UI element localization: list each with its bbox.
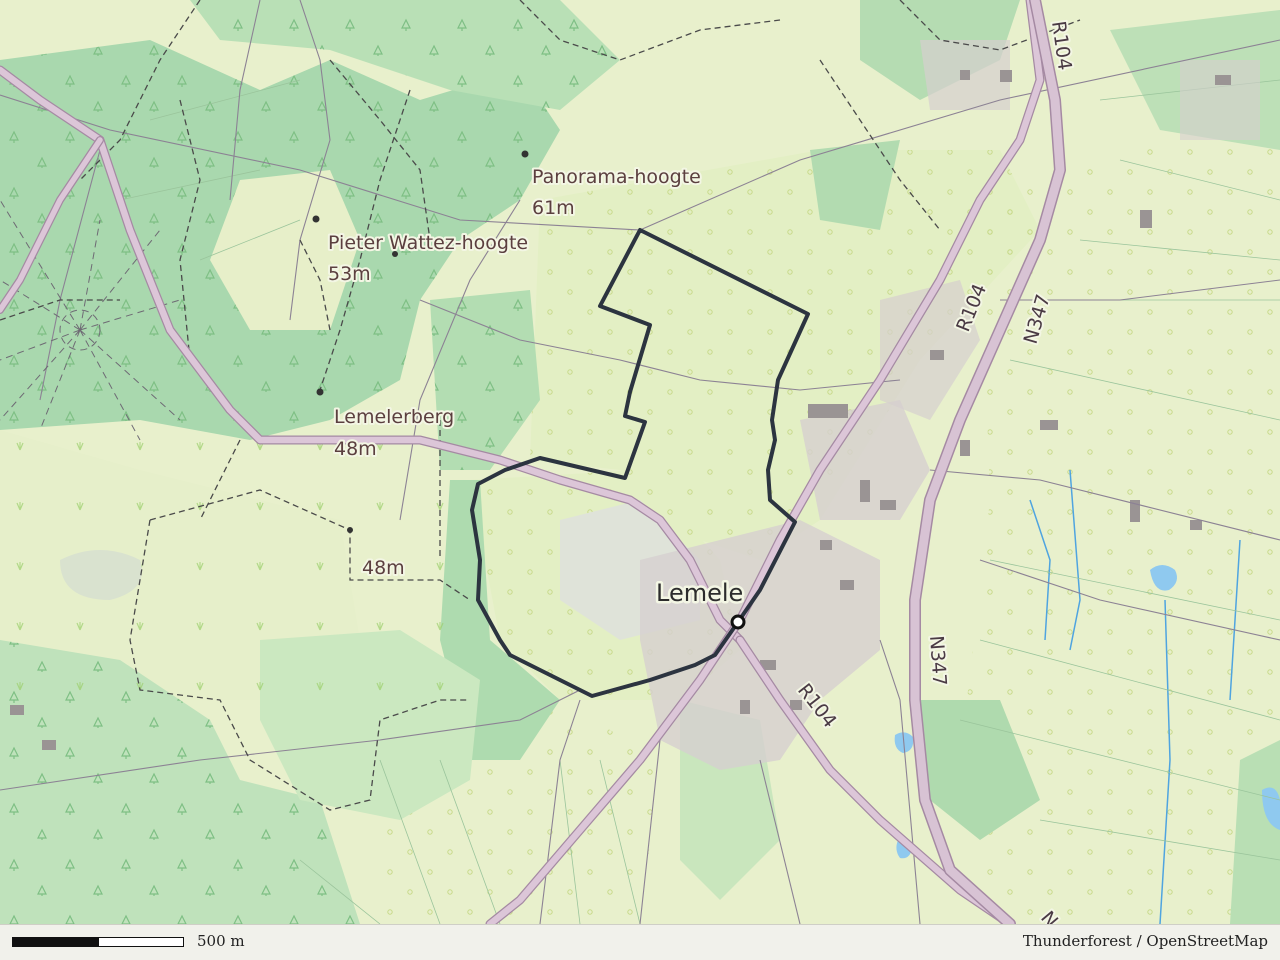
town-label-lemele: Lemele bbox=[656, 579, 743, 607]
route-start-marker[interactable] bbox=[730, 614, 746, 630]
road-label-n347-mid: N347 bbox=[925, 635, 950, 687]
scale-label: 500 m bbox=[197, 932, 245, 950]
peak-elevation-panorama: 61m bbox=[532, 197, 575, 219]
peak-label-pieter-wattez: Pieter Wattez-hoogte bbox=[328, 232, 528, 254]
scale-bar-fill bbox=[13, 938, 99, 946]
peak-label-lemelerberg: Lemelerberg bbox=[334, 406, 454, 428]
peak-label-panorama: Panorama-hoogte bbox=[532, 166, 701, 188]
scale-bar bbox=[12, 937, 184, 947]
map-canvas[interactable]: Panorama-hoogte 61m Pieter Wattez-hoogte… bbox=[0, 0, 1280, 924]
map-footer: 500 m Thunderforest / OpenStreetMap bbox=[0, 924, 1280, 960]
spot-height-label: 48m bbox=[362, 557, 405, 579]
peak-elevation-lemelerberg: 48m bbox=[334, 438, 377, 460]
peak-elevation-pieter-wattez: 53m bbox=[328, 263, 371, 285]
map-svg: Panorama-hoogte 61m Pieter Wattez-hoogte… bbox=[0, 0, 1280, 924]
attribution-text[interactable]: Thunderforest / OpenStreetMap bbox=[1023, 932, 1268, 950]
